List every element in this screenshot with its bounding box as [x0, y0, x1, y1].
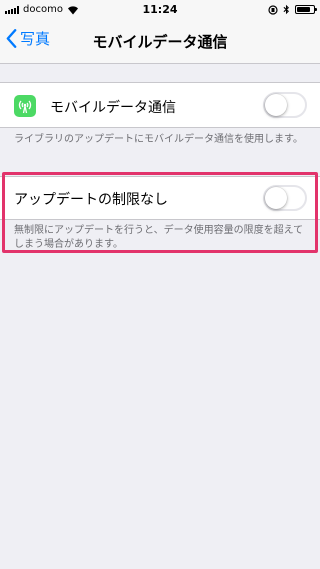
cellular-data-cell: モバイルデータ通信 [0, 82, 320, 128]
cellular-data-toggle[interactable] [263, 92, 307, 118]
orientation-lock-icon [268, 4, 278, 15]
cellular-antenna-icon [14, 95, 36, 117]
cellular-data-footer: ライブラリのアップデートにモバイルデータ通信を使用します。 [14, 134, 303, 145]
battery-level [297, 7, 310, 12]
battery-icon [295, 5, 317, 14]
toggle-knob [265, 94, 287, 116]
status-bar: docomo 11:24 [0, 0, 320, 20]
page-title: モバイルデータ通信 [92, 33, 228, 51]
status-right [268, 4, 317, 15]
highlight-frame [2, 172, 318, 253]
navigation-bar: 写真 モバイルデータ通信 [0, 20, 320, 64]
cellular-data-label: モバイルデータ通信 [50, 100, 176, 116]
bluetooth-icon [283, 4, 290, 15]
